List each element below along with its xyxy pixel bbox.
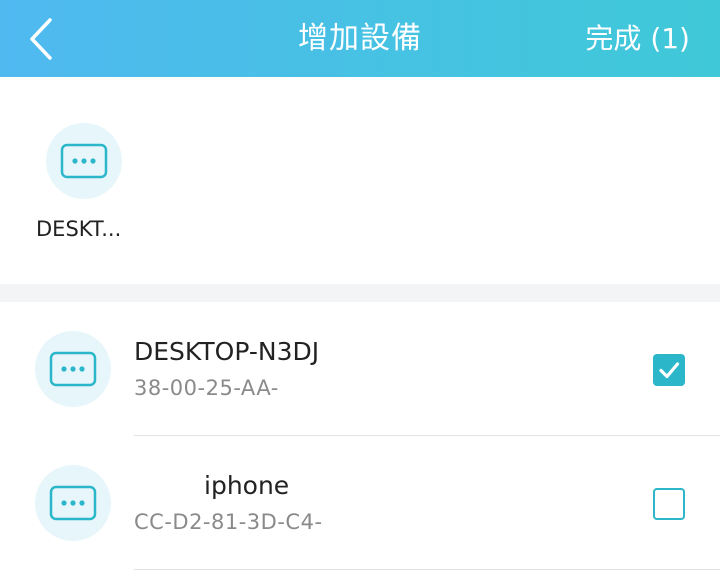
selected-device-label: DESKT...: [36, 217, 122, 241]
device-avatar: [35, 331, 111, 407]
row-separator: [134, 569, 720, 570]
device-dots-icon: [60, 143, 108, 179]
device-name: DESKTOP-N3DJ: [134, 337, 320, 366]
device-dots-icon: [49, 485, 97, 521]
device-mac-address: 38-00-25-AA-: [134, 376, 279, 400]
selected-device-chip[interactable]: DESKT...: [36, 123, 136, 253]
device-dots-icon: [49, 351, 97, 387]
top-navigation-bar: 增加設備 完成 (1): [0, 0, 720, 77]
device-mac-address: CC-D2-81-3D-C4-: [134, 510, 323, 534]
done-button[interactable]: 完成 (1): [585, 0, 690, 77]
device-row-desktop[interactable]: DESKTOP-N3DJ 38-00-25-AA-: [0, 302, 720, 436]
selected-devices-area: DESKT...: [0, 77, 720, 284]
device-name: iphone: [204, 471, 290, 500]
back-button[interactable]: [20, 14, 64, 64]
device-select-checkbox[interactable]: [653, 354, 685, 386]
checkmark-icon: [659, 362, 680, 379]
section-divider: [0, 284, 720, 302]
device-avatar: [35, 465, 111, 541]
device-row-iphone[interactable]: iphone CC-D2-81-3D-C4-: [0, 436, 720, 570]
device-select-checkbox[interactable]: [653, 488, 685, 520]
device-avatar: [46, 123, 122, 199]
chevron-left-icon: [30, 18, 52, 60]
